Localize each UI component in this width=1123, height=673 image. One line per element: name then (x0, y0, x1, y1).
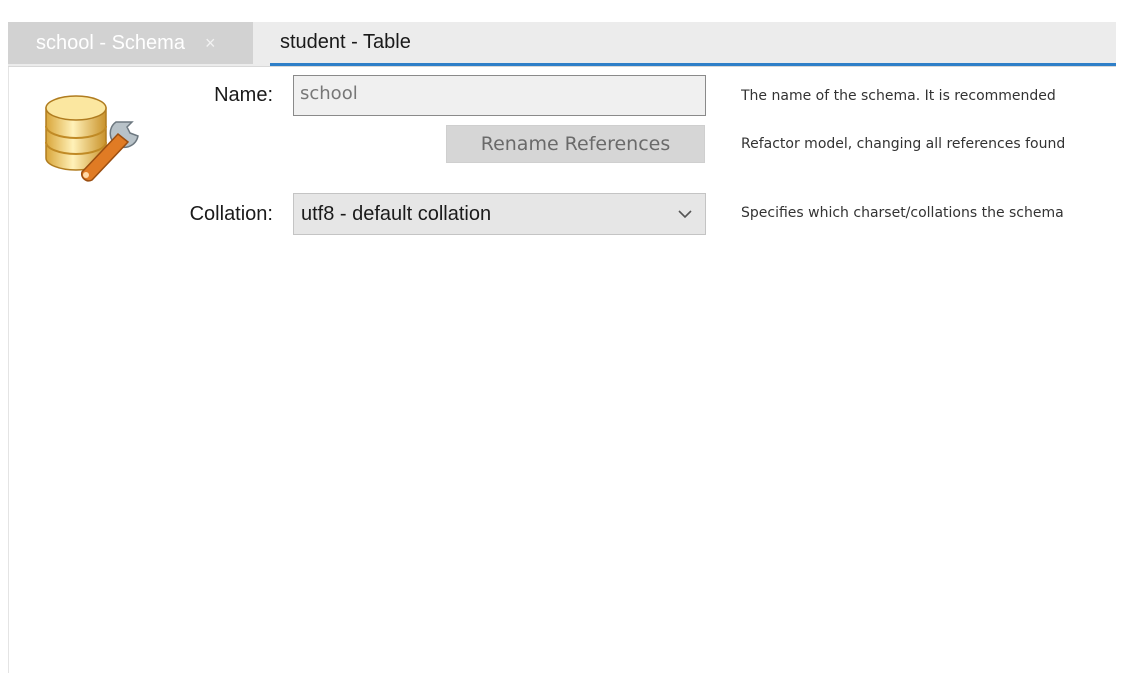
collation-description: Specifies which charset/collations the s… (741, 205, 1064, 221)
schema-editor-window: school - Schema × student - Table Name: … (0, 0, 1123, 673)
tab-student-table[interactable]: student - Table (270, 22, 1116, 66)
chevron-down-icon[interactable] (677, 206, 693, 222)
tab-bar: school - Schema × student - Table (8, 22, 1116, 67)
name-description: The name of the schema. It is recommende… (741, 88, 1056, 104)
rename-references-button[interactable]: Rename References (446, 125, 705, 163)
collation-label: Collation: (189, 203, 273, 225)
collation-value: utf8 - default collation (301, 202, 492, 225)
rename-description: Refactor model, changing all references … (741, 136, 1066, 152)
name-label: Name: (214, 84, 273, 106)
top-margin (0, 0, 1123, 10)
database-wrench-icon (44, 86, 144, 182)
collation-select[interactable]: utf8 - default collation (293, 193, 706, 235)
tab-school-schema[interactable]: school - Schema × (8, 22, 253, 64)
close-icon[interactable]: × (205, 33, 216, 54)
schema-name-input[interactable]: school (293, 75, 706, 116)
tab-label: school - Schema (36, 31, 185, 54)
tab-label: student - Table (280, 31, 411, 53)
